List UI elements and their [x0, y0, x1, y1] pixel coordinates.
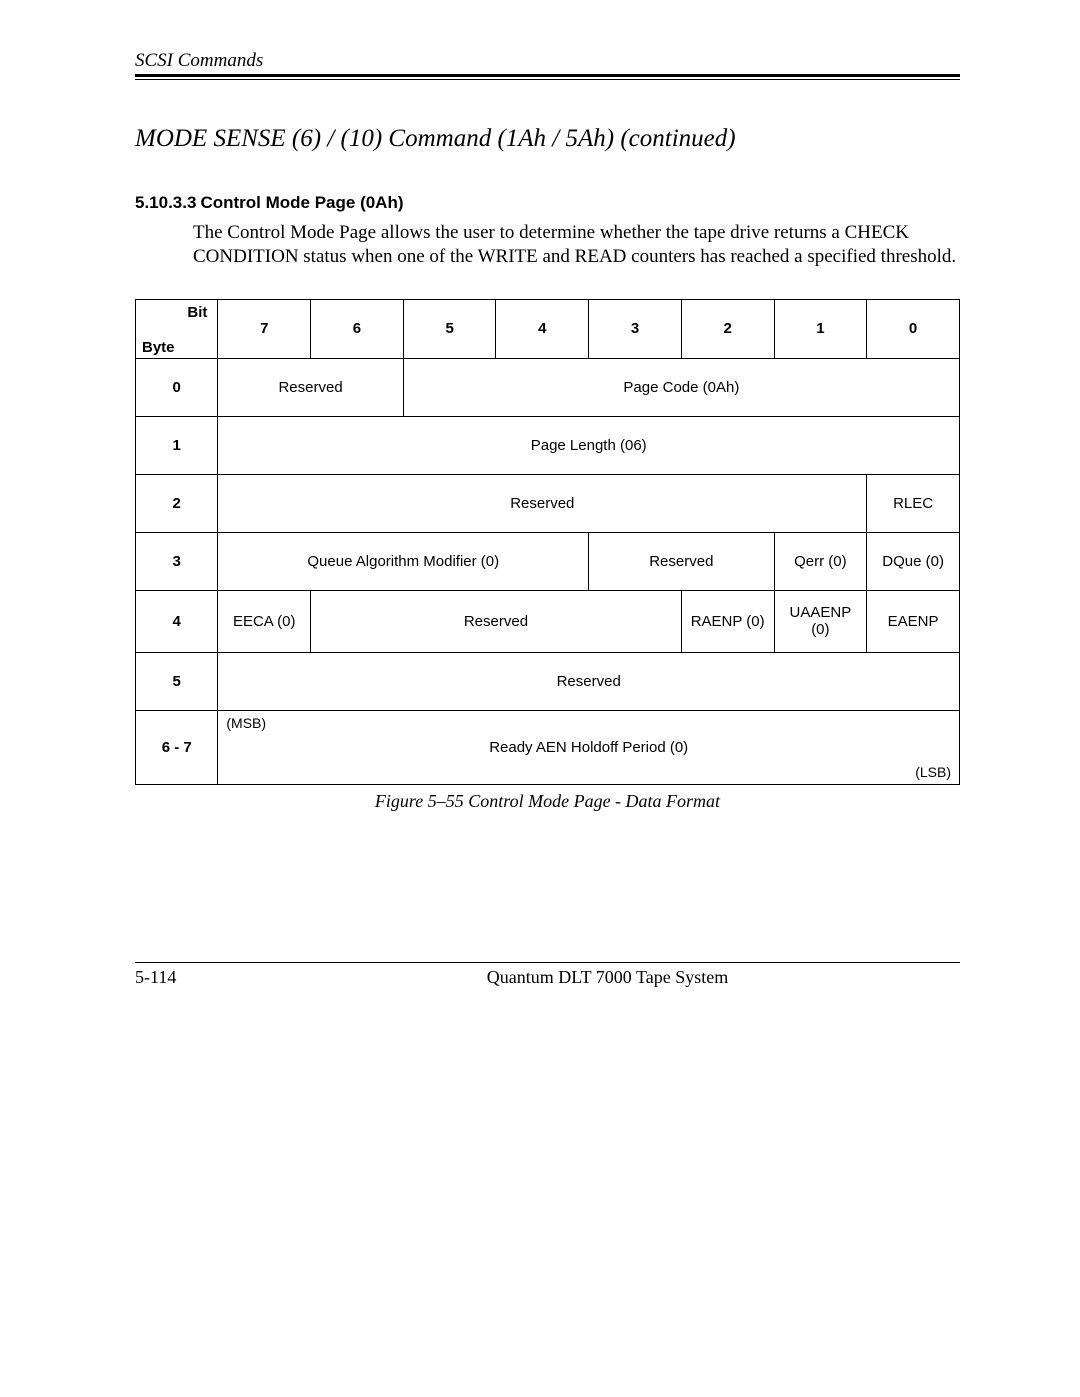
bit-col-1: 1 [774, 299, 867, 358]
figure-caption: Figure 5–55 Control Mode Page - Data For… [135, 791, 960, 812]
msb-label: (MSB) [226, 715, 266, 731]
bit-col-0: 0 [867, 299, 960, 358]
corner-cell: Bit Byte [136, 299, 218, 358]
cell-reserved: Reserved [589, 532, 774, 590]
cell-raenp: RAENP (0) [681, 590, 774, 652]
bit-col-2: 2 [681, 299, 774, 358]
byte-label: 2 [136, 474, 218, 532]
footer-title: Quantum DLT 7000 Tape System [255, 967, 960, 988]
byte-label: 0 [136, 358, 218, 416]
corner-bit-label: Bit [187, 304, 207, 321]
corner-byte-label: Byte [142, 339, 175, 356]
byte-label: 3 [136, 532, 218, 590]
cell-rlec: RLEC [867, 474, 960, 532]
ready-aen-label: Ready AEN Holdoff Period (0) [222, 717, 955, 778]
cell-eaenp: EAENP [867, 590, 960, 652]
subsection-body: The Control Mode Page allows the user to… [193, 221, 960, 269]
table-row: 0 Reserved Page Code (0Ah) [136, 358, 960, 416]
bit-col-6: 6 [311, 299, 404, 358]
cell-reserved: Reserved [218, 358, 403, 416]
table-header-row: Bit Byte 7 6 5 4 3 2 1 0 [136, 299, 960, 358]
table-row: 2 Reserved RLEC [136, 474, 960, 532]
lsb-label: (LSB) [915, 764, 951, 780]
cell-ready-aen: (MSB) Ready AEN Holdoff Period (0) (LSB) [218, 710, 960, 784]
cell-pagelength: Page Length (06) [218, 416, 960, 474]
cell-pagecode: Page Code (0Ah) [403, 358, 959, 416]
cell-reserved: Reserved [218, 652, 960, 710]
bit-col-3: 3 [589, 299, 682, 358]
running-header: SCSI Commands [135, 50, 960, 77]
table-row: 3 Queue Algorithm Modifier (0) Reserved … [136, 532, 960, 590]
cell-reserved: Reserved [311, 590, 682, 652]
bit-col-5: 5 [403, 299, 496, 358]
cell-eeca: EECA (0) [218, 590, 311, 652]
cell-qerr: Qerr (0) [774, 532, 867, 590]
byte-label: 5 [136, 652, 218, 710]
cell-reserved: Reserved [218, 474, 867, 532]
page: SCSI Commands MODE SENSE (6) / (10) Comm… [0, 0, 1080, 1048]
cell-uaaenp: UAAENP (0) [774, 590, 867, 652]
cell-qam: Queue Algorithm Modifier (0) [218, 532, 589, 590]
table-row: 4 EECA (0) Reserved RAENP (0) UAAENP (0)… [136, 590, 960, 652]
cell-dque: DQue (0) [867, 532, 960, 590]
table-row: 1 Page Length (06) [136, 416, 960, 474]
bit-col-7: 7 [218, 299, 311, 358]
subsection-title: Control Mode Page (0Ah) [200, 193, 403, 212]
bit-col-4: 4 [496, 299, 589, 358]
page-number: 5-114 [135, 967, 255, 988]
control-mode-table: Bit Byte 7 6 5 4 3 2 1 0 0 Reserved Page… [135, 299, 960, 785]
byte-label: 1 [136, 416, 218, 474]
subsection-number: 5.10.3.3 [135, 193, 196, 212]
table-row: 6 - 7 (MSB) Ready AEN Holdoff Period (0)… [136, 710, 960, 784]
byte-label: 6 - 7 [136, 710, 218, 784]
section-title: MODE SENSE (6) / (10) Command (1Ah / 5Ah… [135, 125, 960, 153]
table-row: 5 Reserved [136, 652, 960, 710]
page-footer: 5-114 Quantum DLT 7000 Tape System [135, 962, 960, 988]
subsection-heading: 5.10.3.3 Control Mode Page (0Ah) [135, 193, 960, 213]
byte-label: 4 [136, 590, 218, 652]
